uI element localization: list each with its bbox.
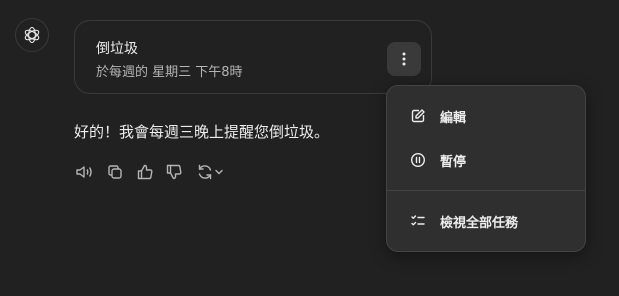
menu-item-view-all-tasks[interactable]: 檢視全部任務: [387, 201, 585, 241]
thumbs-up-button[interactable]: [135, 162, 155, 182]
read-aloud-button[interactable]: [74, 162, 94, 182]
task-card[interactable]: 倒垃圾 於每週的 星期三 下午8時: [74, 20, 432, 94]
assistant-reply: 好的！我會每週三晚上提醒您倒垃圾。: [74, 123, 330, 141]
task-list-icon: [409, 212, 427, 230]
task-more-button[interactable]: [387, 42, 421, 76]
pause-icon: [409, 151, 427, 169]
read-aloud-icon: [76, 166, 92, 178]
thumbs-down-icon: [166, 164, 182, 180]
assistant-avatar: [15, 18, 49, 52]
thumbs-down-button[interactable]: [164, 162, 184, 182]
openai-logo-icon: [24, 26, 40, 44]
task-options-menu: 編輯 暫停 檢視全部任務: [386, 85, 586, 252]
menu-item-label: 暫停: [440, 155, 467, 170]
copy-icon: [108, 165, 122, 179]
more-vertical-icon: [402, 52, 406, 66]
task-title: 倒垃圾: [96, 41, 138, 57]
copy-button[interactable]: [105, 162, 125, 182]
menu-item-pause[interactable]: 暫停: [387, 140, 585, 180]
menu-divider: [387, 190, 585, 191]
chevron-down-icon: [215, 169, 223, 175]
regenerate-icon: [198, 164, 212, 180]
menu-item-label: 編輯: [440, 111, 467, 126]
edit-icon: [409, 107, 427, 125]
thumbs-up-icon: [137, 164, 153, 180]
task-schedule: 於每週的 星期三 下午8時: [96, 65, 243, 80]
regenerate-button[interactable]: [193, 162, 227, 182]
menu-item-edit[interactable]: 編輯: [387, 96, 585, 136]
menu-item-label: 檢視全部任務: [440, 216, 519, 231]
